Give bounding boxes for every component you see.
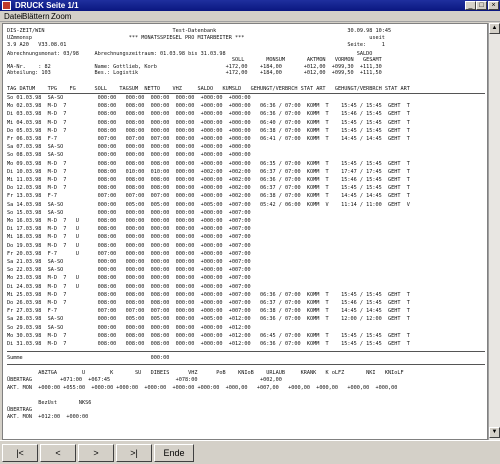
day-row: Mo 02.03.98 M-D 7 008:00 008:00 000:00 0… bbox=[7, 103, 410, 110]
day-row: Do 26.03.98 M-D 7 008:00 008:00 008:00 0… bbox=[7, 300, 410, 306]
day-row: Di 24.03.98 M-D 7 U 008:00 000:00 000:00… bbox=[7, 283, 251, 290]
report-header-line: 3.9 A20 V33.08.01 Seite: 1 bbox=[7, 42, 385, 48]
first-page-button[interactable]: |< bbox=[2, 444, 38, 462]
day-row: Sa 21.03.98 SA-SO 000:00 000:00 000:00 0… bbox=[7, 259, 251, 265]
scroll-up-button[interactable]: ▲ bbox=[489, 23, 500, 34]
footer-line: ÜBERTRAG bbox=[7, 407, 32, 413]
close-button[interactable]: × bbox=[488, 1, 499, 10]
day-row: Sa 14.03.98 SA-SO 000:00 005:00 005:00 0… bbox=[7, 201, 410, 208]
day-row: So 29.03.98 SA-SO 000:00 000:00 000:00 0… bbox=[7, 324, 251, 331]
day-row: Mi 18.03.98 M-D 7 U 008:00 000:00 000:00… bbox=[7, 234, 251, 241]
day-row: Mi 04.03.98 M-D 7 008:00 008:00 000:00 0… bbox=[7, 119, 410, 126]
footer-line: BezUst NKS6 bbox=[7, 399, 92, 406]
menu-datei[interactable]: Datei bbox=[4, 11, 23, 22]
day-row: Fr 13.03.98 F-7 007:00 007:00 007:00 000… bbox=[7, 193, 410, 200]
day-row: So 08.03.98 SA-SO 000:00 000:00 000:00 0… bbox=[7, 152, 251, 159]
day-row: Fr 06.03.98 F-7 007:00 007:00 007:00 000… bbox=[7, 136, 410, 142]
menu-bar: Datei Blättern Zoom bbox=[0, 11, 500, 22]
minimize-button[interactable]: _ bbox=[465, 1, 476, 10]
day-row: Fr 27.03.98 F-7 007:00 007:00 007:00 000… bbox=[7, 308, 410, 315]
next-page-button[interactable]: > bbox=[78, 444, 114, 462]
day-row: Mo 30.03.98 M-D 7 008:00 008:00 008:00 0… bbox=[7, 332, 410, 339]
day-row: Do 12.03.98 M-D 7 008:00 008:00 008:00 0… bbox=[7, 185, 410, 192]
divider bbox=[7, 93, 485, 94]
report-header-line: SOLL MONSUM AKTMON VORMON GESAMT bbox=[7, 57, 382, 63]
day-row: Di 03.03.98 M-D 7 008:00 008:00 000:00 0… bbox=[7, 111, 410, 118]
day-row: Sa 28.03.98 SA-SO 000:00 005:00 005:00 0… bbox=[7, 316, 410, 323]
divider bbox=[7, 364, 485, 365]
day-row: Mo 23.03.98 M-D 7 U 008:00 000:00 000:00… bbox=[7, 275, 251, 282]
last-page-button[interactable]: >| bbox=[116, 444, 152, 462]
day-row: Di 10.03.98 M-D 7 008:00 010:00 010:00 0… bbox=[7, 168, 410, 175]
menu-blaettern[interactable]: Blättern bbox=[22, 11, 50, 22]
end-button[interactable]: Ende bbox=[154, 444, 194, 462]
menu-zoom[interactable]: Zoom bbox=[51, 11, 71, 22]
footer-line: AKT. MON +000:00 +055:00 +000:00 +000:00… bbox=[7, 384, 398, 391]
day-row: Do 05.03.98 M-D 7 008:00 008:00 000:00 0… bbox=[7, 127, 410, 134]
vertical-scrollbar[interactable]: ▲ ▼ bbox=[488, 23, 500, 440]
report-header-line: Abteilung: 103 Bes.: Logistik +172,00 +1… bbox=[7, 70, 382, 76]
day-row: Do 19.03.98 M-D 7 U 008:00 000:00 000:00… bbox=[7, 242, 251, 249]
day-row: Mo 16.03.98 M-D 7 U 008:00 000:00 000:00… bbox=[7, 218, 251, 224]
day-row: Sa 07.03.98 SA-SO 000:00 000:00 000:00 0… bbox=[7, 144, 251, 151]
app-icon bbox=[2, 1, 11, 10]
footer-line: ABZTGA U K SU DIBEIS VHZ PoB KNIoB URLAU… bbox=[7, 370, 404, 376]
day-row: So 01.03.98 SA-SO 000:00 000:00 000:00 0… bbox=[7, 95, 251, 101]
day-row: Di 17.03.98 M-D 7 U 008:00 000:00 000:00… bbox=[7, 226, 251, 233]
day-row: Mi 11.03.98 M-D 7 008:00 008:00 008:00 0… bbox=[7, 177, 410, 183]
day-row: So 22.03.98 SA-SO 000:00 000:00 000:00 0… bbox=[7, 267, 251, 274]
report-page: DIS-ZEIT/WIN Test-Datenbank 30.09.98 10:… bbox=[2, 23, 488, 440]
report-header-line: DIS-ZEIT/WIN Test-Datenbank 30.09.98 10:… bbox=[7, 28, 392, 34]
day-row: Mi 25.03.98 M-D 7 008:00 008:00 008:00 0… bbox=[7, 291, 410, 298]
divider bbox=[7, 351, 485, 352]
previous-page-button[interactable]: < bbox=[40, 444, 76, 462]
day-row: Fr 20.03.98 F-7 U 007:00 000:00 000:00 0… bbox=[7, 250, 251, 257]
window-title: DRUCK Seite 1/1 bbox=[15, 1, 79, 10]
footer-line: ÜBERTRAG +071:00 +067:45 +078:00 +002,00 bbox=[7, 377, 282, 384]
maximize-button[interactable]: □ bbox=[476, 1, 487, 10]
navigation-bar: |< < > >| Ende bbox=[0, 440, 500, 464]
column-header: TAG DATUM TPG FG SOLL TAGSUM NETTO VHZ S… bbox=[7, 86, 410, 92]
title-bar: DRUCK Seite 1/1 _ □ × bbox=[0, 0, 500, 11]
report-header-line: UZmmonsp *** MONATSSPIEGEL PRO MITARBEIT… bbox=[7, 35, 385, 41]
scroll-down-button[interactable]: ▼ bbox=[489, 427, 500, 438]
day-row: Mo 09.03.98 M-D 7 008:00 008:00 008:00 0… bbox=[7, 160, 410, 167]
summary-row: Summe 000:00 bbox=[7, 355, 170, 361]
footer-line: AKT. MON +012:00 +000:00 bbox=[7, 414, 89, 421]
day-row: Di 31.03.98 M-D 7 008:00 008:00 008:00 0… bbox=[7, 341, 410, 347]
day-row: So 15.03.98 SA-SO 000:00 000:00 000:00 0… bbox=[7, 209, 251, 216]
